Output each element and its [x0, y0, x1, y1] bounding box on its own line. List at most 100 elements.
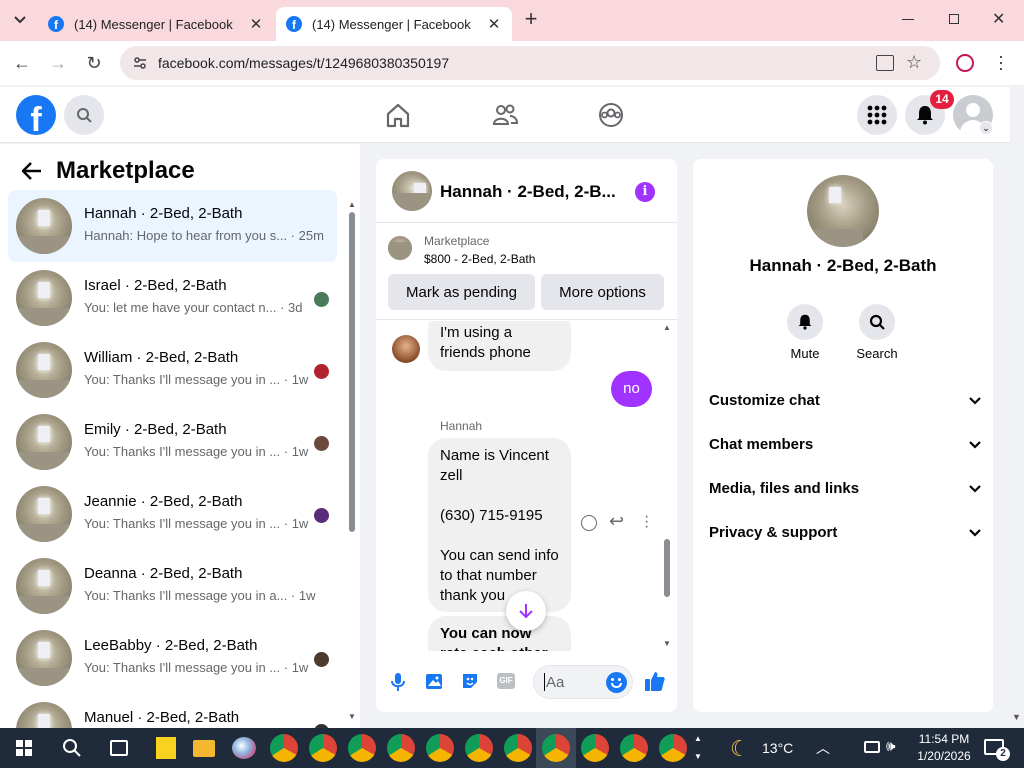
volume-icon[interactable]: 🕪 — [886, 738, 895, 755]
chat-item-deanna[interactable]: Deanna · 2-Bed, 2-Bath You: Thanks I'll … — [8, 550, 337, 622]
my-message-bubble[interactable]: no — [611, 371, 652, 407]
search-action[interactable]: Search — [851, 304, 903, 361]
hannah-avatar — [392, 335, 420, 363]
chrome-icon[interactable] — [465, 734, 493, 762]
message-bubble[interactable]: You can now rate each other — [428, 616, 571, 651]
home-nav-button[interactable] — [384, 101, 412, 129]
back-button[interactable] — [22, 162, 42, 180]
microphone-icon[interactable] — [390, 672, 406, 692]
chat-members-section[interactable]: Chat members — [709, 436, 981, 453]
account-chevron-icon[interactable]: ⌄ — [979, 121, 993, 135]
reply-icon[interactable]: ↩ — [609, 511, 624, 532]
more-icon[interactable]: · · · — [644, 509, 649, 535]
scrollbar-thumb[interactable] — [349, 212, 355, 532]
message-scrollbar[interactable]: ▲ ▼ — [663, 323, 671, 649]
task-view-icon[interactable] — [110, 740, 128, 756]
tray-overflow-icon[interactable]: ︿ — [816, 738, 830, 758]
react-icon[interactable] — [581, 515, 597, 531]
back-arrow-icon — [22, 162, 41, 180]
message-input[interactable]: Aa — [533, 665, 633, 699]
groups-nav-button[interactable] — [597, 101, 625, 129]
chat-item-william[interactable]: William · 2-Bed, 2-Bath You: Thanks I'll… — [8, 334, 337, 406]
close-tab-icon[interactable]: ✕ — [486, 15, 502, 33]
arrow-down-icon — [519, 604, 533, 619]
chat-item-jeannie[interactable]: Jeannie · 2-Bed, 2-Bath You: Thanks I'll… — [8, 478, 337, 550]
info-icon[interactable]: i — [635, 182, 655, 202]
network-icon[interactable] — [864, 741, 880, 753]
sender-name: Hannah — [440, 419, 483, 433]
chrome-icon[interactable] — [581, 734, 609, 762]
thumbs-up-icon[interactable] — [644, 670, 666, 692]
search-label: Search — [856, 346, 898, 361]
paint-app-icon[interactable] — [232, 737, 256, 759]
listing-thumbnail — [388, 236, 412, 260]
chrome-icon[interactable] — [348, 734, 376, 762]
search-in-chat-button[interactable] — [859, 304, 895, 340]
media-files-links-section[interactable]: Media, files and links — [709, 480, 981, 497]
chat-item-leebabby[interactable]: LeeBabby · 2-Bed, 2-Bath You: Thanks I'l… — [8, 622, 337, 694]
mute-label: Mute — [790, 346, 820, 361]
message-bubble[interactable]: I'm using a friends phone — [428, 321, 571, 371]
conversation-title: Hannah · 2-Bed, 2-B... — [440, 182, 616, 201]
friends-nav-button[interactable] — [491, 101, 519, 129]
install-app-icon[interactable] — [876, 55, 894, 71]
facebook-logo[interactable]: f — [16, 95, 56, 135]
chat-item-manuel[interactable]: Manuel · 2-Bed, 2-Bath — [8, 694, 337, 728]
chat-item-emily[interactable]: Emily · 2-Bed, 2-Bath You: Thanks I'll m… — [8, 406, 337, 478]
tab-messenger-1[interactable]: f (14) Messenger | Facebook ✕ — [38, 7, 274, 41]
browser-menu-icon[interactable]: · · · — [998, 47, 1004, 77]
back-arrow-icon[interactable]: ← — [12, 53, 32, 73]
mark-as-pending-button[interactable]: Mark as pending — [388, 274, 535, 310]
page-scroll-down-icon[interactable]: ▼ — [1012, 712, 1021, 722]
site-settings-icon[interactable] — [132, 55, 148, 71]
more-options-button[interactable]: More options — [541, 274, 664, 310]
reload-icon[interactable]: ↻ — [84, 53, 104, 73]
sticky-notes-icon[interactable] — [156, 737, 176, 759]
scroll-to-bottom-button[interactable] — [506, 591, 546, 631]
close-tab-icon[interactable]: ✕ — [248, 15, 264, 33]
new-tab-button[interactable]: + — [520, 8, 542, 30]
temperature[interactable]: 13°C — [762, 740, 793, 756]
scrollbar-thumb[interactable] — [664, 539, 670, 597]
search-icon[interactable] — [62, 738, 82, 758]
message-bubble[interactable]: Name is Vincent zell (630) 715-9195 You … — [428, 438, 571, 612]
clock-date[interactable]: 1/20/2026 — [912, 749, 976, 763]
chat-item-israel[interactable]: Israel · 2-Bed, 2-Bath You: let me have … — [8, 262, 337, 334]
chrome-icon[interactable] — [620, 734, 648, 762]
customize-chat-section[interactable]: Customize chat — [709, 392, 981, 409]
emoji-icon[interactable] — [606, 672, 627, 693]
close-window-button[interactable]: ✕ — [992, 9, 1005, 29]
tab-search-button[interactable] — [8, 8, 32, 32]
weather-moon-icon[interactable]: ☾ — [730, 736, 750, 762]
chrome-icon[interactable] — [426, 734, 454, 762]
taskbar-scroll-arrows[interactable]: ▲ ▼ — [694, 730, 702, 766]
chat-item-hannah[interactable]: Hannah · 2-Bed, 2-Bath Hannah: Hope to h… — [8, 190, 337, 262]
bookmark-star-icon[interactable]: ☆ — [906, 52, 922, 73]
sticker-icon[interactable] — [460, 671, 480, 691]
restore-window-button[interactable] — [949, 14, 959, 24]
chat-name: Manuel · 2-Bed, 2-Bath — [84, 709, 240, 726]
chat-list-scrollbar[interactable]: ▲ ▼ — [348, 200, 356, 721]
chrome-icon[interactable] — [504, 734, 532, 762]
address-bar[interactable]: facebook.com/messages/t/1249680380350197… — [120, 46, 940, 80]
facebook-search-button[interactable] — [64, 95, 104, 135]
mute-button[interactable] — [787, 304, 823, 340]
chrome-icon[interactable] — [270, 734, 298, 762]
gif-icon[interactable]: GIF — [497, 673, 515, 689]
profile-icon[interactable] — [956, 54, 974, 72]
mute-action[interactable]: Mute — [783, 304, 827, 361]
menu-button[interactable] — [857, 95, 897, 135]
conversation-header[interactable]: Hannah · 2-Bed, 2-B... i — [376, 159, 677, 223]
chrome-icon[interactable] — [542, 734, 570, 762]
tab-messenger-2[interactable]: f (14) Messenger | Facebook ✕ — [276, 7, 512, 41]
photo-icon[interactable] — [424, 671, 444, 691]
chrome-icon[interactable] — [659, 734, 687, 762]
windows-start-icon[interactable] — [16, 740, 32, 756]
chrome-icon[interactable] — [387, 734, 415, 762]
file-explorer-icon[interactable] — [193, 740, 215, 757]
privacy-support-section[interactable]: Privacy & support — [709, 524, 981, 541]
chrome-icon[interactable] — [309, 734, 337, 762]
minimize-window-button[interactable] — [902, 19, 914, 20]
clock-time[interactable]: 11:54 PM — [912, 732, 976, 746]
forward-arrow-icon[interactable]: → — [48, 53, 68, 73]
